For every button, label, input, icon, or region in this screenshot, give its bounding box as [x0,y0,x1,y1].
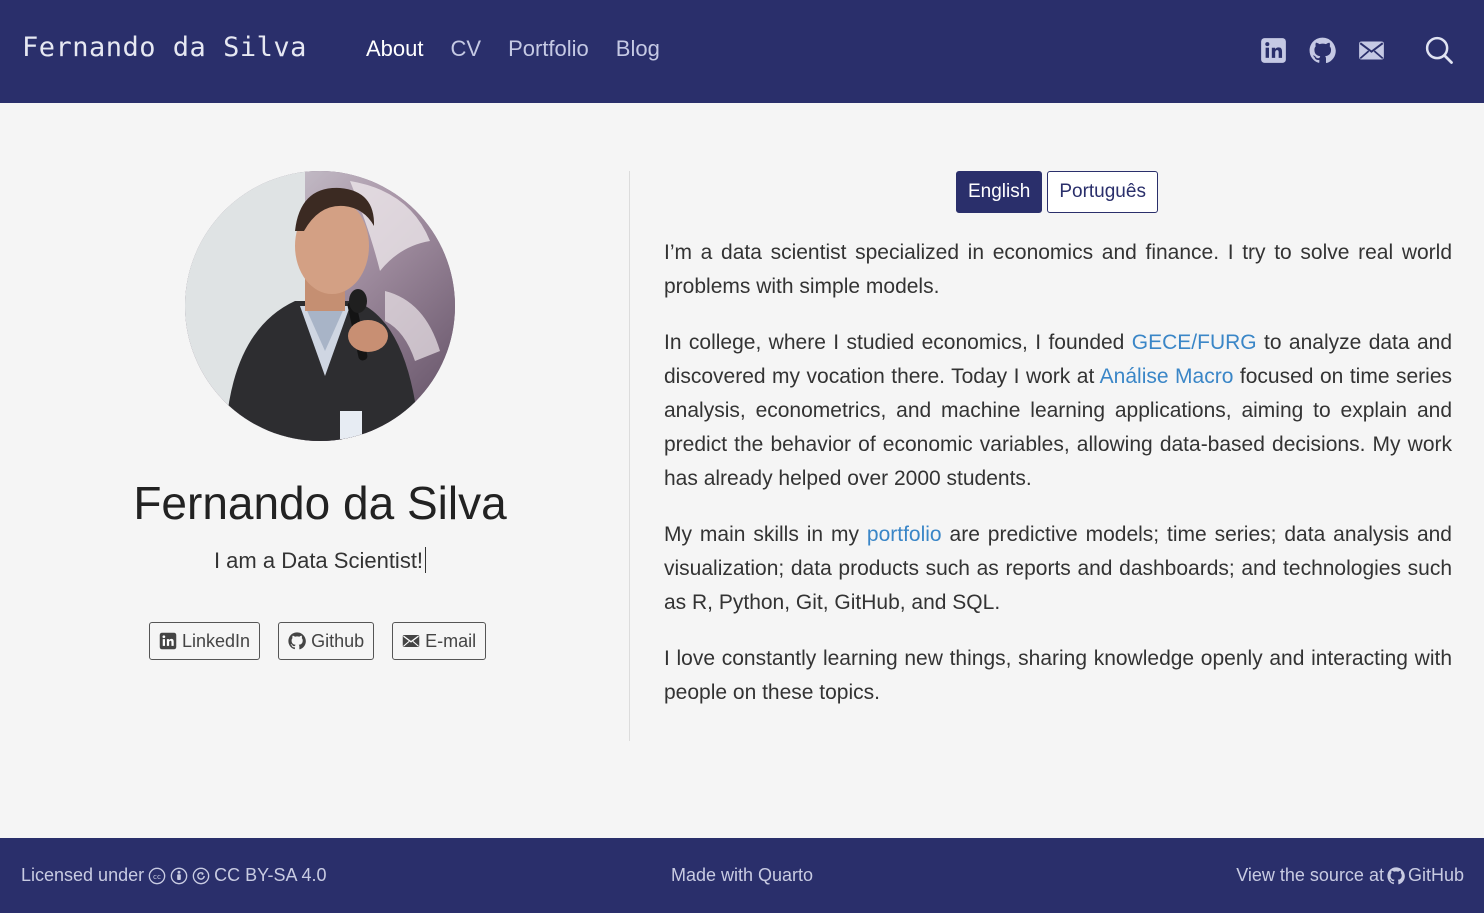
footer-source: View the source at GitHub [1236,865,1464,886]
github-icon [288,632,306,650]
portfolio-link[interactable]: portfolio [867,523,942,546]
avatar [185,171,455,441]
source-github-link[interactable]: GitHub [1408,865,1464,886]
email-icon [402,635,420,647]
github-label: Github [311,630,365,651]
footer: Licensed under cc CC BY-SA 4.0 Made with… [0,838,1484,913]
source-prefix: View the source at [1236,865,1384,885]
github-button[interactable]: Github [278,622,375,660]
profile-column: Fernando da Silva I am a Data Scientist!… [0,103,630,743]
analise-macro-link[interactable]: Análise Macro [1100,365,1234,388]
email-label: E-mail [425,630,477,651]
nav-portfolio[interactable]: Portfolio [508,36,589,62]
search-icon[interactable] [1424,35,1454,65]
nav-about[interactable]: About [366,36,424,62]
about-paragraph-4: I love constantly learning new things, s… [664,647,1452,704]
tagline-text: I am a Data Scientist! [213,548,424,573]
linkedin-label: LinkedIn [182,630,251,651]
column-divider [629,171,630,741]
site-brand[interactable]: Fernando da Silva [22,32,307,63]
profile-name: Fernando da Silva [133,477,507,529]
about-paragraph-1: I’m a data scientist specialized in econ… [664,241,1452,298]
nav-links: About CV Portfolio Blog [366,36,660,62]
email-button[interactable]: E-mail [392,622,487,660]
linkedin-icon [159,632,177,650]
nav-blog[interactable]: Blog [616,36,660,62]
about-paragraph-3: My main skills in my portfolio are predi… [664,518,1452,620]
linkedin-button[interactable]: LinkedIn [149,622,261,660]
typing-caret [425,547,427,573]
email-icon[interactable] [1356,35,1386,65]
lang-english-button[interactable]: English [956,171,1043,213]
github-icon[interactable] [1307,35,1337,65]
p3-text-a: My main skills in my [664,523,867,546]
about-content: I’m a data scientist specialized in econ… [664,236,1452,732]
github-icon [1387,866,1405,884]
p2-text-a: In college, where I studied economics, I… [664,331,1132,354]
nav-cv[interactable]: CV [451,36,482,62]
profile-links: LinkedIn Github E-mail [149,622,487,660]
gece-furg-link[interactable]: GECE/FURG [1132,331,1257,354]
linkedin-icon[interactable] [1258,35,1288,65]
lang-portuguese-button[interactable]: Português [1047,171,1158,213]
nav-icons [1239,35,1454,65]
about-paragraph-2: In college, where I studied economics, I… [664,326,1452,496]
profile-tagline: I am a Data Scientist! [0,547,640,574]
language-toggle: English Português [956,171,1158,213]
navbar: Fernando da Silva About CV Portfolio Blo… [0,0,1484,103]
